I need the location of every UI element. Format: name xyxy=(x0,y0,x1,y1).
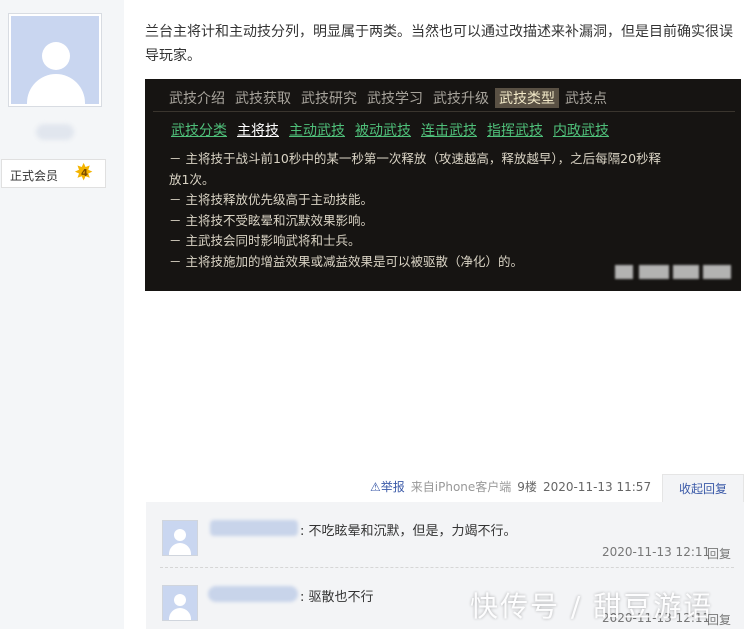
game-subtab: 主动武技 xyxy=(289,123,345,139)
post-time: 2020-11-13 11:57 xyxy=(542,480,652,494)
game-tab: 武技研究 xyxy=(301,91,357,107)
game-subtab: 连击武技 xyxy=(421,123,477,139)
reply-avatar[interactable] xyxy=(162,520,198,556)
default-avatar-icon xyxy=(11,16,99,104)
reply-text: : 不吃眩晕和沉默，但是，力竭不行。 xyxy=(300,524,517,539)
floor-number: 9楼 xyxy=(517,480,537,494)
site-watermark: 快传号 / 甜豆游语 xyxy=(470,590,714,623)
game-tab-active: 武技类型 xyxy=(495,88,559,108)
reply-text: : 驱散也不行 xyxy=(300,590,374,605)
reply-avatar[interactable] xyxy=(162,585,198,621)
author-sidebar: 正式会员 ✸ 4 xyxy=(0,0,124,629)
game-line: － 主将技释放优先级高于主动技能。 xyxy=(169,192,373,207)
post-content: 兰台主将计和主动技分列，明显属于两类。当然也可以通过改描述来补漏洞，但是目前确实… xyxy=(145,24,733,64)
report-link[interactable]: ⚠举报 xyxy=(370,480,405,494)
avatar[interactable] xyxy=(8,13,102,107)
collapse-replies-button[interactable]: 收起回复 xyxy=(662,474,744,502)
reply-username-blurred[interactable] xyxy=(210,520,298,536)
game-subtab: 武技分类 xyxy=(171,123,227,139)
game-line: 放1次。 xyxy=(169,171,215,187)
level-star-icon: ✸ 4 xyxy=(74,160,94,186)
game-tab: 武技介绍 xyxy=(169,91,225,107)
game-logo-watermark xyxy=(615,265,733,279)
divider xyxy=(153,111,735,112)
game-tab: 武技获取 xyxy=(235,91,291,107)
username-blurred[interactable] xyxy=(36,124,74,140)
reply-username-blurred[interactable] xyxy=(208,586,298,602)
member-badge: 正式会员 ✸ 4 xyxy=(1,159,106,188)
level-number: 4 xyxy=(81,168,88,179)
member-label: 正式会员 xyxy=(10,169,59,183)
game-subtab: 内政武技 xyxy=(553,123,609,139)
game-subtab: 被动武技 xyxy=(355,123,411,139)
post-meta: ⚠举报 来自iPhone客户端 9楼 2020-11-13 11:57 xyxy=(370,478,651,498)
game-line: － 主将技不受眩晕和沉默效果影响。 xyxy=(169,212,373,228)
game-subtabs: 武技分类 主将技 主动武技 被动武技 连击武技 指挥武技 内政武技 xyxy=(171,120,619,140)
game-tab: 武技点 xyxy=(565,91,607,107)
game-description: － 主将技于战斗前10秒中的某一秒第一次释放（攻速越高，释放越早），之后每隔20… xyxy=(169,149,741,272)
report-label: 举报 xyxy=(380,480,405,494)
game-tab: 武技学习 xyxy=(367,91,423,107)
game-tab: 武技升级 xyxy=(433,91,489,107)
game-subtab-active: 主将技 xyxy=(237,123,279,139)
reply-button[interactable]: 回复 xyxy=(707,545,731,562)
game-screenshot: 武技介绍 武技获取 武技研究 武技学习 武技升级 武技类型 武技点 武技分类 主将技 主动武技被… xyxy=(145,79,741,291)
game-tabs: 武技介绍 武技获取 武技研究 武技学习 武技升级 武技类型 武技点 xyxy=(169,88,617,108)
client-source: 来自iPhone客户端 xyxy=(410,480,512,494)
divider xyxy=(160,567,734,568)
game-subtab: 指挥武技 xyxy=(487,123,543,139)
game-line: － 主武技会同时影响武将和士兵。 xyxy=(169,233,361,248)
reply-time: 2020-11-13 12:11 xyxy=(602,545,711,559)
warning-icon: ⚠ xyxy=(370,480,381,494)
game-line: － 主将技于战斗前10秒中的某一秒第一次释放（攻速越高，释放越早），之后每隔20… xyxy=(169,151,662,166)
